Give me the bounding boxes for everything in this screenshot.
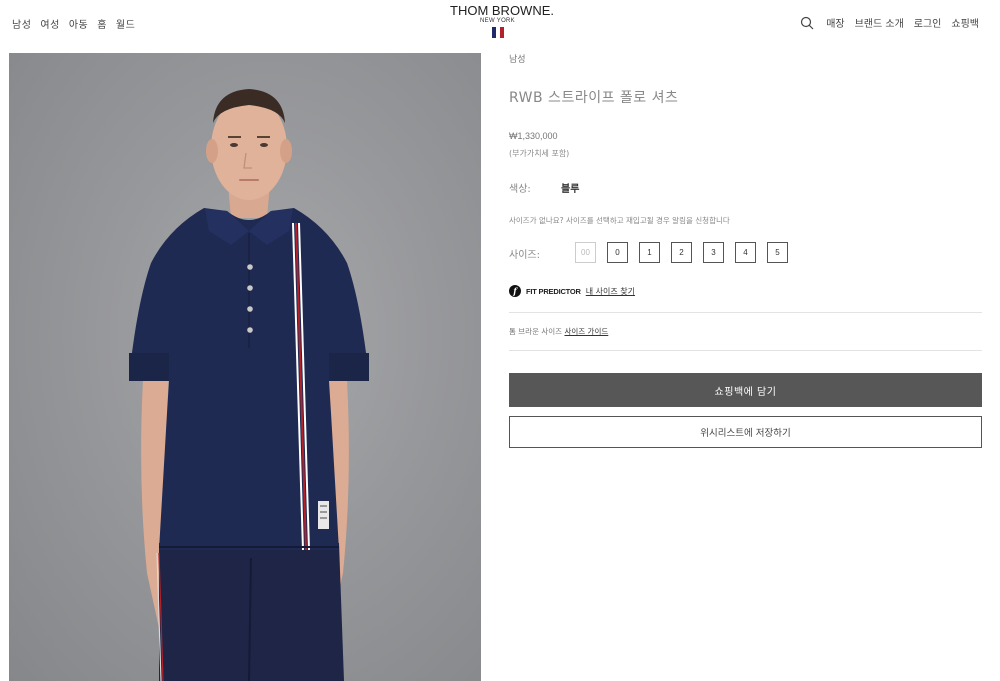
size-guide-row: 톰 브라운 사이즈 사이즈 가이드 xyxy=(509,326,608,337)
size-option-5[interactable]: 5 xyxy=(767,242,788,263)
nav-women[interactable]: 여성 xyxy=(40,16,59,31)
save-to-wishlist-button[interactable]: 위시리스트에 저장하기 xyxy=(509,416,982,448)
logo-subline: NEW YORK xyxy=(480,18,515,24)
add-to-bag-button[interactable]: 쇼핑백에 담기 xyxy=(509,373,982,407)
nav-login[interactable]: 로그인 xyxy=(914,15,942,30)
product-image[interactable] xyxy=(9,53,481,681)
size-option-2[interactable]: 2 xyxy=(671,242,692,263)
color-label: 색상: xyxy=(509,184,531,195)
product-title: RWB 스트라이프 폴로 셔츠 xyxy=(509,90,679,106)
size-option-3[interactable]: 3 xyxy=(703,242,724,263)
utility-nav: 매장 브랜드 소개 로그인 쇼핑백 xyxy=(800,15,979,30)
site-header: 남성 여성 아동 홈 월드 THOM BROWNE. NEW YORK 매장 브… xyxy=(0,0,1000,50)
fit-predictor-icon: f xyxy=(509,285,521,297)
size-restock-notice: 사이즈가 없나요? 사이즈를 선택하고 재입고될 경우 알림을 신청합니다 xyxy=(509,216,730,225)
nav-men[interactable]: 남성 xyxy=(12,16,31,31)
size-option-00[interactable]: 00 xyxy=(575,242,596,263)
search-icon[interactable] xyxy=(800,16,814,30)
color-value: 블루 xyxy=(561,184,580,195)
vat-note: (부가가치세 포함) xyxy=(509,149,570,158)
size-guide-label: 톰 브라운 사이즈 xyxy=(509,327,563,336)
size-option-1[interactable]: 1 xyxy=(639,242,660,263)
nav-about-brand[interactable]: 브랜드 소개 xyxy=(855,15,904,30)
brand-logo[interactable]: THOM BROWNE. NEW YORK xyxy=(450,3,554,38)
model-photo xyxy=(129,89,369,681)
size-selector: 00 0 1 2 3 4 5 xyxy=(575,242,788,263)
nav-home[interactable]: 홈 xyxy=(97,16,107,31)
size-guide-link[interactable]: 사이즈 가이드 xyxy=(564,327,608,336)
nav-world[interactable]: 월드 xyxy=(116,16,135,31)
product-price: ₩1,330,000 xyxy=(509,131,558,141)
find-my-size-link[interactable]: 내 사이즈 찾기 xyxy=(586,286,635,297)
size-option-4[interactable]: 4 xyxy=(735,242,756,263)
size-label: 사이즈: xyxy=(509,250,540,261)
divider xyxy=(509,350,982,351)
tricolor-flag-icon xyxy=(450,27,545,38)
fit-predictor-label: FIT PREDICTOR xyxy=(526,286,581,296)
size-option-0[interactable]: 0 xyxy=(607,242,628,263)
nav-kids[interactable]: 아동 xyxy=(69,16,88,31)
main-nav: 남성 여성 아동 홈 월드 xyxy=(12,16,135,31)
nav-shopping-bag[interactable]: 쇼핑백 xyxy=(951,15,979,30)
nav-stores[interactable]: 매장 xyxy=(826,15,844,30)
product-category[interactable]: 남성 xyxy=(509,52,526,65)
fit-predictor: f FIT PREDICTOR 내 사이즈 찾기 xyxy=(509,285,635,297)
logo-wordmark: THOM BROWNE. xyxy=(450,3,554,18)
divider xyxy=(509,312,982,313)
